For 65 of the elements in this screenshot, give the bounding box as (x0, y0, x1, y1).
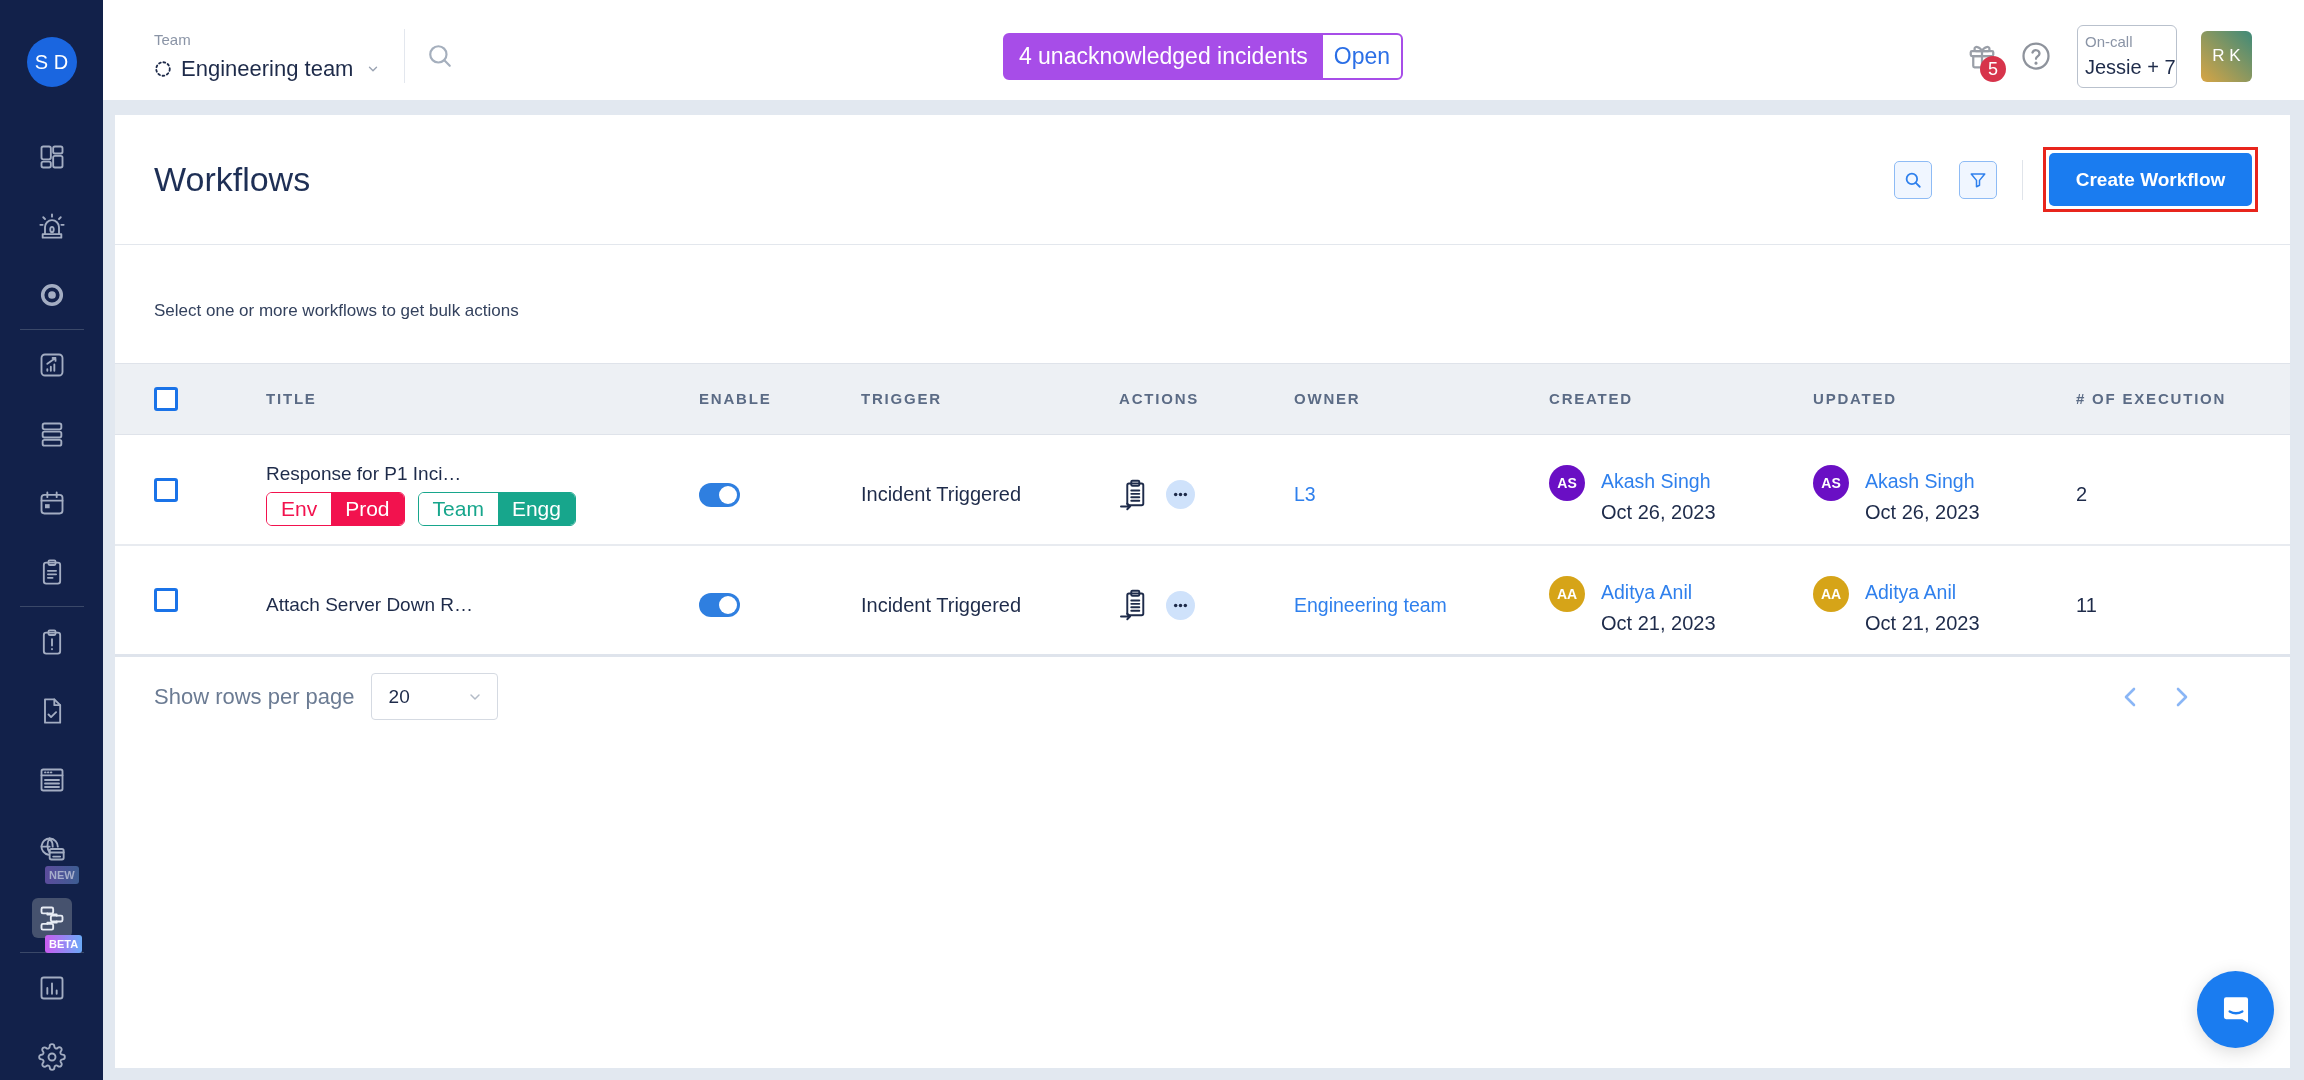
siren-icon (37, 211, 66, 240)
trigger-text: Incident Triggered (861, 483, 1022, 505)
execution-count: 2 (2076, 483, 2088, 505)
workflow-title[interactable]: Attach Server Down R… (266, 594, 473, 616)
filter-button[interactable] (1959, 160, 1997, 199)
on-call-label: On-call (2085, 33, 2134, 50)
team-label: Team (154, 30, 192, 48)
search-icon (1904, 170, 1922, 189)
column-header: OWNER (1294, 390, 1361, 407)
page-title: Workflows (154, 160, 311, 199)
user-link[interactable]: Aditya Anil (1865, 580, 1980, 604)
user-avatar: AA (1549, 575, 1585, 612)
create-workflow-button[interactable]: Create Workflow (2049, 153, 2252, 206)
help-icon[interactable] (2021, 41, 2051, 71)
on-call-widget[interactable]: On-call Jessie + 7 (2077, 24, 2177, 88)
search-button[interactable] (1894, 160, 1932, 199)
execution-count: 11 (2076, 593, 2097, 616)
user-avatar: AS (1813, 465, 1849, 501)
user-avatar[interactable]: S D (26, 37, 77, 87)
team-switcher[interactable]: Engineering team (154, 55, 381, 82)
feature-badge: BETA (45, 935, 83, 953)
column-header: ENABLE (699, 390, 772, 407)
settings-icon (37, 1042, 66, 1071)
date-text: Oct 26, 2023 (1601, 501, 1716, 524)
more-options-icon[interactable] (1166, 590, 1195, 620)
owner-link[interactable]: L3 (1294, 483, 1316, 505)
user-link[interactable]: Aditya Anil (1601, 580, 1716, 604)
user-avatar: AA (1813, 575, 1849, 612)
clipboard-icon[interactable] (1119, 478, 1147, 511)
on-call-names: Jessie + 7 (2085, 56, 2176, 79)
tag-value: Engg (497, 493, 575, 525)
column-header: CREATED (1549, 390, 1633, 407)
clipboard-icon[interactable] (1119, 589, 1147, 621)
workflow-title[interactable]: Response for P1 Inci… (266, 463, 462, 485)
user-avatar: AS (1549, 465, 1585, 501)
tag-value: Prod (331, 493, 404, 525)
filter-icon (1969, 170, 1987, 189)
more-options-icon[interactable] (1166, 480, 1195, 509)
column-header: ACTIONS (1119, 390, 1200, 407)
date-text: Oct 26, 2023 (1865, 501, 1980, 524)
row-checkbox[interactable] (154, 477, 178, 502)
column-header: # OF EXECUTION (2076, 390, 2227, 407)
column-header: TRIGGER (861, 390, 942, 407)
date-text: Oct 21, 2023 (1601, 611, 1716, 635)
bulk-actions-hint: Select one or more workflows to get bulk actions (154, 301, 519, 320)
nav-item[interactable] (31, 897, 72, 938)
enable-toggle[interactable] (699, 482, 740, 507)
column-header: TITLE (266, 390, 317, 407)
user-avatar[interactable]: R K (2201, 30, 2252, 82)
open-button[interactable]: Open (1322, 34, 1402, 78)
enable-toggle[interactable] (699, 593, 740, 617)
row-checkbox[interactable] (154, 588, 178, 612)
rows-per-page-select[interactable]: 20 (370, 673, 498, 720)
trigger-text: Incident Triggered (861, 593, 1022, 616)
date-text: Oct 21, 2023 (1865, 611, 1980, 635)
user-link[interactable]: Akash Singh (1865, 470, 1980, 493)
notification-badge: 5 (1980, 56, 2006, 82)
column-header: UPDATED (1813, 390, 1897, 407)
feature-badge: NEW (45, 866, 79, 884)
incident-message: 4 unacknowledged incidents (1017, 41, 1309, 71)
user-link[interactable]: Akash Singh (1601, 470, 1716, 493)
owner-link[interactable]: Engineering team (1294, 593, 1447, 616)
team-icon (154, 59, 172, 78)
select-all-checkbox[interactable] (154, 387, 178, 411)
rows-per-page-label: Show rows per page (154, 683, 355, 710)
